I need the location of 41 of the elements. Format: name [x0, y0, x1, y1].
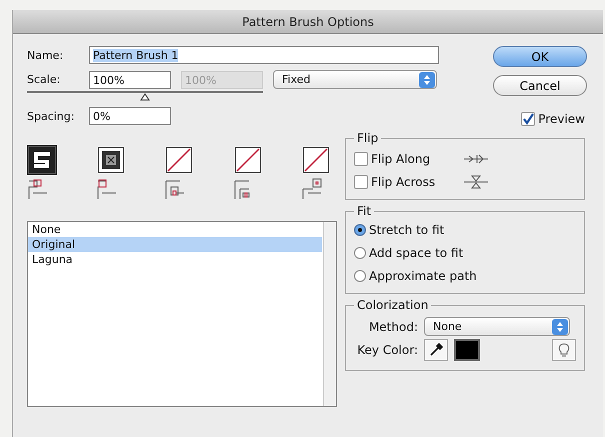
pattern-list-item[interactable]: None	[28, 222, 322, 237]
group-title: Flip	[356, 131, 380, 145]
key-color-swatch[interactable]	[454, 339, 480, 361]
tile-swatch[interactable]	[301, 145, 331, 175]
tile-swatch[interactable]	[27, 145, 57, 175]
fit-radio[interactable]: Stretch to fit	[354, 218, 576, 241]
stepper-icon	[552, 318, 568, 334]
scale-label: Scale:	[27, 73, 62, 86]
pattern-list-item[interactable]: Laguna	[28, 252, 322, 267]
scale-slider[interactable]	[27, 91, 263, 101]
eyedropper-icon	[429, 343, 443, 357]
scale-field[interactable]: 100%	[89, 70, 171, 88]
flip-checkbox[interactable]: Flip Across	[354, 174, 449, 188]
name-label: Name:	[27, 48, 64, 62]
ok-button[interactable]: OK	[493, 46, 587, 67]
spacing-field[interactable]: 0%	[89, 107, 171, 125]
name-field[interactable]: Pattern Brush 1	[89, 46, 439, 64]
eyedropper-button[interactable]	[424, 339, 448, 361]
fit-radio[interactable]: Approximate path	[354, 264, 576, 287]
flip-across-icon	[463, 174, 489, 190]
pattern-list-item[interactable]: Original	[28, 237, 322, 252]
fit-radio[interactable]: Add space to fit	[354, 241, 576, 264]
method-select[interactable]: None	[424, 317, 570, 336]
tile-swatch[interactable]	[96, 145, 126, 175]
tips-button[interactable]	[552, 339, 576, 361]
method-label: Method:	[368, 320, 418, 334]
cancel-button[interactable]: Cancel	[493, 75, 587, 96]
flip-along-icon	[463, 152, 489, 166]
spacing-label: Spacing:	[27, 110, 76, 122]
lightbulb-icon	[558, 343, 570, 357]
window-title: Pattern Brush Options	[242, 14, 374, 28]
preview-checkbox[interactable]: Preview	[521, 112, 585, 126]
tile-swatch[interactable]	[232, 145, 262, 175]
tile-swatch[interactable]	[164, 145, 194, 175]
flip-checkbox[interactable]: Flip Along	[354, 152, 449, 166]
group-title: Fit	[356, 204, 372, 218]
check-icon	[522, 113, 534, 125]
group-title: Colorization	[356, 298, 430, 312]
key-color-label: Key Color:	[356, 343, 418, 357]
stepper-icon	[419, 72, 435, 88]
scale-mode-select[interactable]: Fixed	[273, 70, 437, 89]
